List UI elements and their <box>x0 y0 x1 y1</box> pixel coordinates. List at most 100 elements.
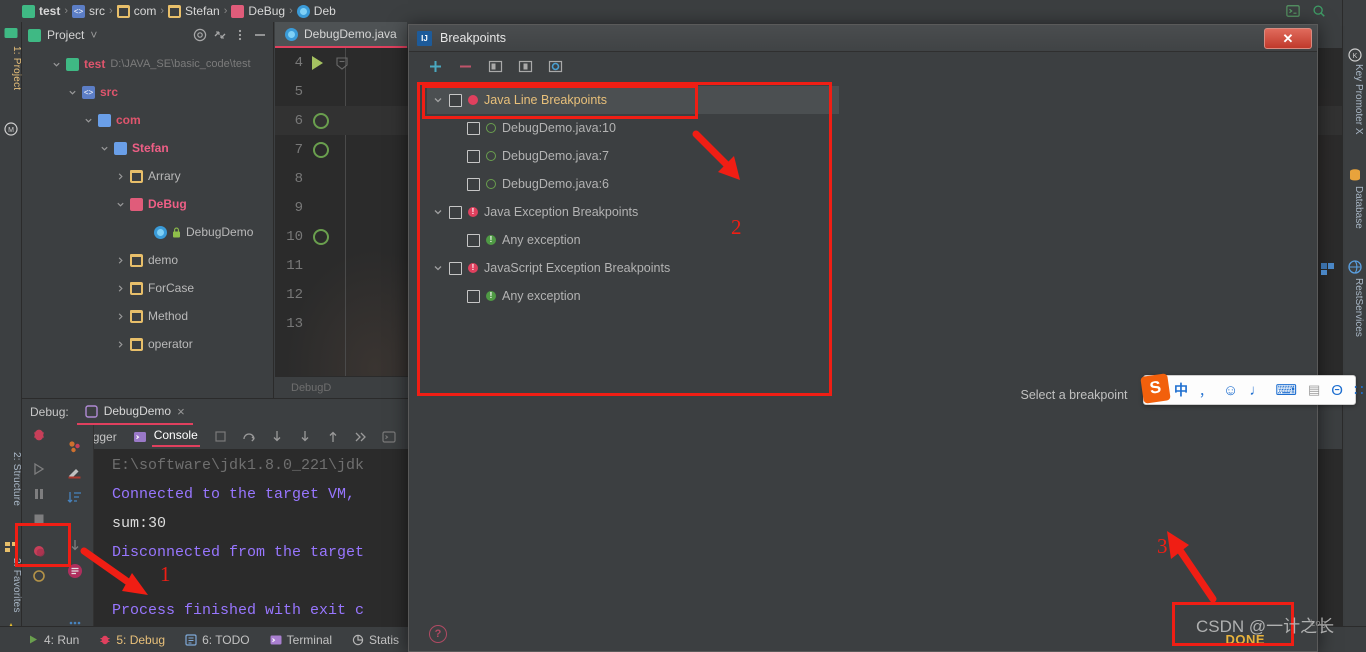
tree-item-src[interactable]: <> src <box>22 78 273 106</box>
sort-icon[interactable] <box>67 489 83 505</box>
chevron-right-icon[interactable] <box>116 284 125 293</box>
help-button[interactable]: ? <box>429 625 447 643</box>
chevron-down-icon[interactable] <box>68 88 77 97</box>
stop-icon[interactable] <box>31 511 47 527</box>
step-out-icon[interactable] <box>326 430 340 444</box>
sidebar-item-structure[interactable]: 2: Structure <box>0 452 22 536</box>
sidebar-item-database[interactable]: Database <box>1344 186 1364 250</box>
breakpoint-checkbox[interactable] <box>467 289 480 303</box>
evaluate-icon[interactable] <box>67 439 83 455</box>
group-by-type-button[interactable] <box>517 58 534 75</box>
debug-session-tab[interactable]: DebugDemo × <box>76 399 193 425</box>
close-icon[interactable]: ✕ <box>1264 28 1312 49</box>
skin-icon[interactable]: Θ <box>1331 382 1343 399</box>
chevron-down-icon[interactable] <box>100 144 109 153</box>
tree-item-arrary[interactable]: Arrary <box>22 162 273 190</box>
chevron-down-icon[interactable] <box>433 263 443 273</box>
punctuation-icon[interactable]: ， <box>1199 381 1212 400</box>
terminal-icon[interactable] <box>1286 4 1300 18</box>
breakpoint-group-checkbox[interactable] <box>449 261 462 275</box>
chevron-right-icon[interactable] <box>116 312 125 321</box>
breadcrumb-item-com[interactable]: com <box>116 4 156 18</box>
target-icon[interactable] <box>193 28 207 42</box>
breadcrumb-item-test[interactable]: test <box>22 4 60 18</box>
breakpoint-item[interactable]: ! Any exception <box>427 282 839 310</box>
close-icon[interactable]: × <box>177 404 185 419</box>
breadcrumb-item-src[interactable]: <> src <box>72 4 105 18</box>
pause-program-icon[interactable] <box>31 486 47 502</box>
breakpoint-marker-icon[interactable] <box>313 228 329 245</box>
scroll-to-end-icon[interactable] <box>67 537 83 553</box>
chevron-down-icon[interactable] <box>433 95 443 105</box>
chevron-right-icon[interactable] <box>116 172 125 181</box>
sidebar-item-project[interactable]: 1: Project <box>0 46 22 116</box>
maven-icon[interactable]: M <box>4 122 18 136</box>
view-breakpoints-icon[interactable] <box>31 543 47 559</box>
breakpoint-group-javascript-exception[interactable]: ! JavaScript Exception Breakpoints <box>427 254 839 282</box>
toolbox-icon[interactable]: ∷ <box>1354 381 1364 399</box>
tree-item-debug[interactable]: DeBug <box>22 190 273 218</box>
breakpoint-item[interactable]: DebugDemo.java:6 <box>427 170 839 198</box>
soft-wrap-icon[interactable] <box>214 430 228 444</box>
breakpoint-group-checkbox[interactable] <box>449 205 462 219</box>
fold-handle-icon[interactable] <box>335 55 349 71</box>
chevron-down-icon[interactable] <box>84 116 93 125</box>
run-gutter-icon[interactable] <box>312 55 323 70</box>
breakpoint-item[interactable]: DebugDemo.java:7 <box>427 142 839 170</box>
breakpoint-checkbox[interactable] <box>467 121 480 135</box>
settings-icon[interactable] <box>67 464 83 480</box>
breadcrumb-item-debugdemo[interactable]: Deb <box>296 4 336 18</box>
breakpoint-marker-icon[interactable] <box>313 112 329 129</box>
resume-program-icon[interactable] <box>31 461 47 477</box>
status-item-run[interactable]: 4: Run <box>28 633 79 647</box>
breakpoint-group-java-line[interactable]: Java Line Breakpoints <box>427 86 839 114</box>
windows-tray-icon[interactable] <box>1320 261 1336 280</box>
tree-item-method[interactable]: Method <box>22 302 273 330</box>
more-options-icon[interactable] <box>233 28 247 42</box>
soft-keyboard-icon[interactable]: ⌨ <box>1275 381 1297 399</box>
breakpoint-item[interactable]: ! Any exception <box>427 226 839 254</box>
sidebar-item-key-promoter[interactable]: Key Promoter X <box>1344 64 1364 160</box>
editor-tab-debugdemo[interactable]: DebugDemo.java <box>275 22 407 48</box>
tree-item-test[interactable]: test D:\JAVA_SE\basic_code\test <box>22 50 273 78</box>
tree-item-demo[interactable]: demo <box>22 246 273 274</box>
print-icon[interactable] <box>67 563 83 579</box>
tab-console[interactable]: Console <box>151 428 200 447</box>
chevron-down-icon[interactable] <box>116 200 125 209</box>
chinese-mode-icon[interactable]: 中 <box>1174 380 1188 400</box>
breakpoint-group-java-exception[interactable]: ! Java Exception Breakpoints <box>427 198 839 226</box>
user-icon[interactable]: ▤ <box>1308 382 1320 398</box>
tree-item-operator[interactable]: operator <box>22 330 273 358</box>
status-item-statistic[interactable]: Statis <box>352 633 399 647</box>
voice-input-icon[interactable]: ♩ <box>1249 382 1264 399</box>
sogou-logo-icon[interactable]: S <box>1140 373 1171 404</box>
hide-panel-icon[interactable] <box>253 28 267 42</box>
tree-item-debugdemo[interactable]: DebugDemo <box>22 218 273 246</box>
evaluate-expression-icon[interactable] <box>382 430 396 444</box>
chevron-right-icon[interactable] <box>116 340 125 349</box>
step-into-icon[interactable] <box>270 430 284 444</box>
add-breakpoint-button[interactable] <box>427 58 444 75</box>
mute-breakpoints-icon[interactable] <box>31 568 47 584</box>
breadcrumb-item-stefan[interactable]: Stefan <box>168 4 220 18</box>
breakpoint-checkbox[interactable] <box>467 149 480 163</box>
breakpoint-group-checkbox[interactable] <box>449 93 462 107</box>
group-by-class-button[interactable] <box>547 58 564 75</box>
tree-item-com[interactable]: com <box>22 106 273 134</box>
status-item-debug[interactable]: 5: Debug <box>99 633 165 647</box>
run-to-cursor-icon[interactable] <box>354 430 368 444</box>
chevron-down-icon[interactable] <box>433 207 443 217</box>
chevron-down-icon[interactable] <box>52 60 61 69</box>
breadcrumb-item-debug[interactable]: DeBug <box>231 4 285 18</box>
sidebar-item-rest-services[interactable]: RestServices <box>1344 278 1364 364</box>
breakpoint-item[interactable]: DebugDemo.java:10 <box>427 114 839 142</box>
breakpoint-checkbox[interactable] <box>467 233 480 247</box>
chevron-right-icon[interactable] <box>116 256 125 265</box>
status-item-terminal[interactable]: Terminal <box>270 633 332 647</box>
chevron-down-icon[interactable]: ˅ <box>90 28 97 42</box>
collapse-all-icon[interactable] <box>213 28 227 42</box>
tree-item-stefan[interactable]: Stefan <box>22 134 273 162</box>
step-over-icon[interactable] <box>242 430 256 444</box>
breakpoint-checkbox[interactable] <box>467 177 480 191</box>
group-by-file-button[interactable] <box>487 58 504 75</box>
